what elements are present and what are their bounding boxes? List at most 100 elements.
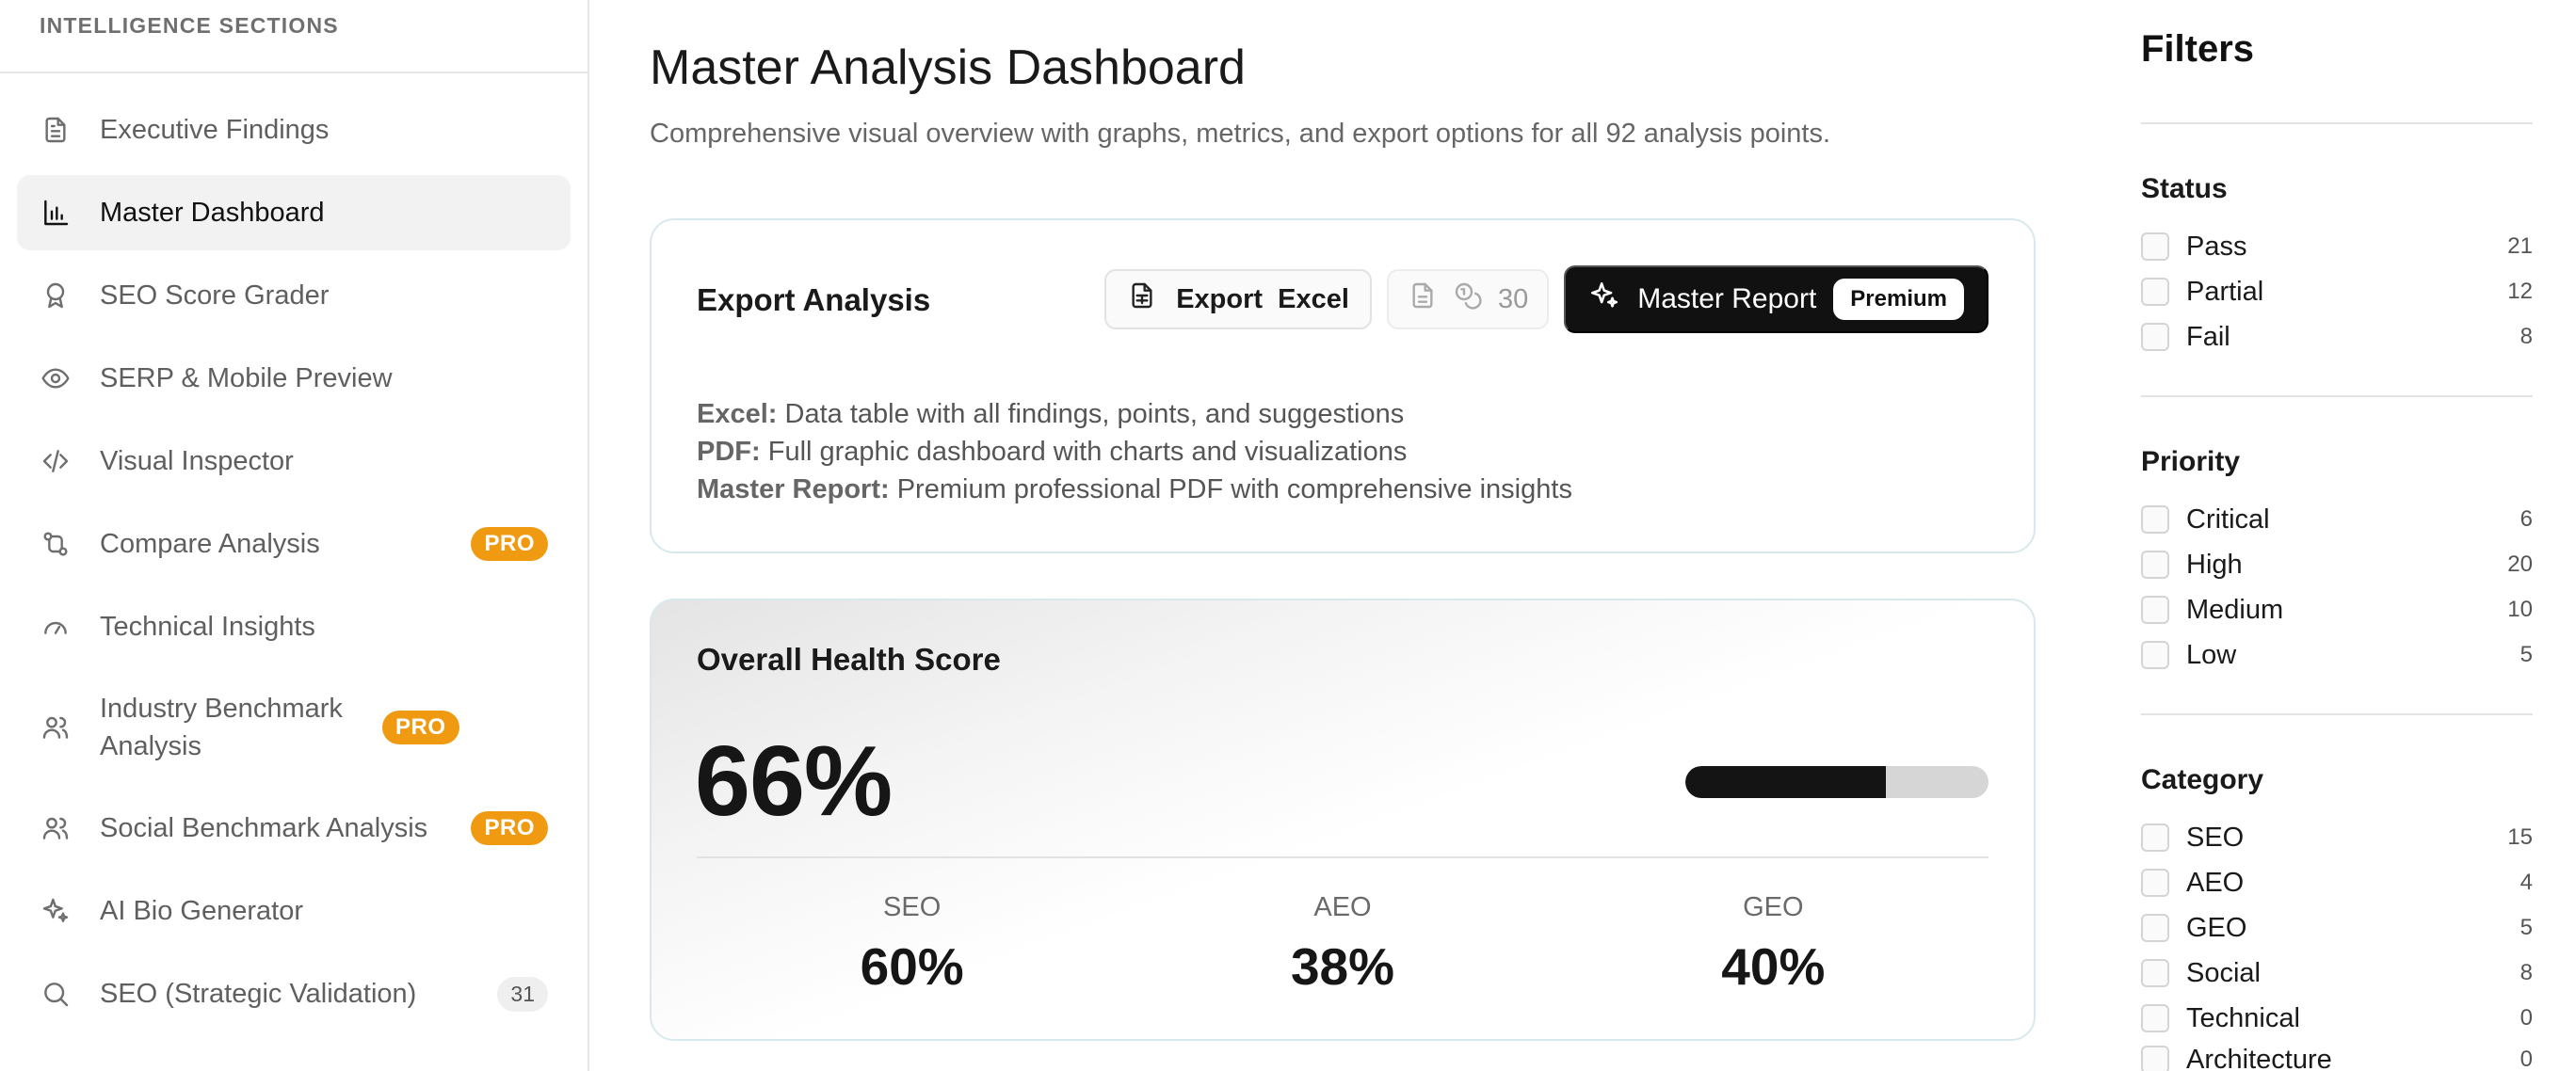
filter-option-aeo[interactable]: AEO 4 — [2141, 864, 2533, 902]
health-metrics: SEO 60% AEO 38% GEO 40% — [697, 892, 1988, 997]
filter-option-medium[interactable]: Medium 10 — [2141, 591, 2533, 629]
checkbox[interactable] — [2141, 505, 2169, 534]
sparkles-icon — [1588, 280, 1620, 319]
checkbox[interactable] — [2141, 823, 2169, 852]
checkbox[interactable] — [2141, 914, 2169, 942]
metric-value: 60% — [860, 937, 964, 996]
filter-option-count: 12 — [2507, 279, 2533, 304]
filter-group-category-title: Category — [2141, 764, 2264, 795]
filter-option-technical[interactable]: Technical 0 — [2141, 999, 2533, 1037]
sidebar-item-label: Master Dashboard — [100, 198, 325, 228]
checkbox[interactable] — [2141, 1004, 2169, 1032]
git-compare-icon — [40, 528, 72, 560]
filter-option-label: High — [2186, 549, 2243, 580]
count-badge: 31 — [497, 976, 548, 1012]
filter-option-count: 20 — [2507, 551, 2533, 577]
checkbox[interactable] — [2141, 869, 2169, 897]
sidebar-item-ai-bio-generator[interactable]: AI Bio Generator — [17, 873, 571, 949]
sidebar-item-compare-analysis[interactable]: Compare Analysis PRO — [17, 506, 571, 582]
filter-option-critical[interactable]: Critical 6 — [2141, 501, 2533, 538]
page-title: Master Analysis Dashboard — [650, 40, 1246, 95]
export-desc-master: Master Report: Premium professional PDF … — [697, 474, 1572, 504]
sidebar-item-master-dashboard[interactable]: Master Dashboard — [17, 175, 571, 250]
metric-label: AEO — [1313, 892, 1372, 922]
export-pdf-button[interactable]: 30 — [1386, 269, 1550, 329]
filter-option-count: 0 — [2520, 1005, 2533, 1031]
filter-option-label: GEO — [2186, 912, 2247, 943]
divider — [697, 856, 1988, 858]
filter-option-fail[interactable]: Fail 8 — [2141, 318, 2533, 356]
bar-chart-icon — [40, 197, 72, 229]
coins-icon — [1453, 280, 1483, 318]
sidebar-item-seo-score-grader[interactable]: SEO Score Grader — [17, 258, 571, 333]
filter-option-count: 4 — [2520, 870, 2533, 895]
pro-badge: PRO — [471, 811, 548, 845]
export-excel-label: Export Excel — [1176, 283, 1349, 314]
export-excel-button[interactable]: Export Excel — [1104, 269, 1372, 329]
filter-option-architecture[interactable]: Architecture 0 — [2141, 1041, 2533, 1071]
export-desc-excel: Excel: Data table with all findings, poi… — [697, 399, 1405, 429]
checkbox[interactable] — [2141, 596, 2169, 624]
sidebar-item-industry-benchmark[interactable]: Industry Benchmark Analysis PRO — [17, 672, 571, 783]
metric-geo: GEO 40% — [1558, 892, 1988, 997]
metric-seo: SEO 60% — [697, 892, 1127, 997]
filter-option-label: Pass — [2186, 231, 2247, 262]
sidebar: INTELLIGENCE SECTIONS Executive Findings… — [0, 0, 589, 1071]
sidebar-item-social-benchmark[interactable]: Social Benchmark Analysis PRO — [17, 791, 571, 866]
filter-option-label: Social — [2186, 957, 2261, 988]
pro-badge: PRO — [471, 527, 548, 561]
filter-option-label: SEO — [2186, 822, 2245, 853]
filter-option-geo[interactable]: GEO 5 — [2141, 909, 2533, 947]
divider — [2141, 122, 2533, 124]
health-progress-fill — [1685, 766, 1886, 798]
premium-badge: Premium — [1833, 279, 1964, 320]
sidebar-item-label: AI Bio Generator — [100, 896, 303, 926]
sidebar-item-technical-insights[interactable]: Technical Insights — [17, 589, 571, 664]
overall-health-card: Overall Health Score 66% SEO 60% AEO 38%… — [650, 599, 2036, 1041]
divider — [2141, 713, 2533, 715]
sidebar-item-label: SEO Score Grader — [100, 280, 330, 311]
checkbox[interactable] — [2141, 551, 2169, 579]
health-progress-bar — [1685, 766, 1988, 798]
filter-option-label: AEO — [2186, 867, 2245, 898]
filter-option-pass[interactable]: Pass 21 — [2141, 228, 2533, 265]
sidebar-item-label: SERP & Mobile Preview — [100, 363, 393, 393]
filter-option-count: 8 — [2520, 960, 2533, 985]
filter-option-low[interactable]: Low 5 — [2141, 636, 2533, 674]
sidebar-item-serp-mobile-preview[interactable]: SERP & Mobile Preview — [17, 341, 571, 416]
filter-option-partial[interactable]: Partial 12 — [2141, 273, 2533, 311]
sidebar-item-label: Industry Benchmark Analysis — [100, 694, 343, 761]
divider — [2141, 395, 2533, 397]
checkbox[interactable] — [2141, 278, 2169, 306]
checkbox[interactable] — [2141, 232, 2169, 261]
award-icon — [40, 280, 72, 312]
checkbox[interactable] — [2141, 959, 2169, 987]
checkbox[interactable] — [2141, 641, 2169, 669]
health-title: Overall Health Score — [697, 642, 1001, 677]
page-subtitle: Comprehensive visual overview with graph… — [650, 119, 1831, 149]
sidebar-item-visual-inspector[interactable]: Visual Inspector — [17, 424, 571, 499]
checkbox[interactable] — [2141, 323, 2169, 351]
sidebar-nav: Executive Findings Master Dashboard SEO … — [0, 73, 588, 1031]
filter-option-high[interactable]: High 20 — [2141, 546, 2533, 583]
filter-option-count: 6 — [2520, 506, 2533, 532]
filter-group-priority-title: Priority — [2141, 446, 2241, 477]
filter-option-label: Architecture — [2186, 1044, 2332, 1071]
filter-option-label: Low — [2186, 639, 2237, 670]
checkbox[interactable] — [2141, 1046, 2169, 1071]
sidebar-item-executive-findings[interactable]: Executive Findings — [17, 92, 571, 168]
sidebar-item-seo-strategic-validation[interactable]: SEO (Strategic Validation) 31 — [17, 956, 571, 1031]
metric-aeo: AEO 38% — [1127, 892, 1557, 997]
filter-option-count: 5 — [2520, 915, 2533, 940]
filter-option-label: Partial — [2186, 276, 2264, 307]
filter-option-seo[interactable]: SEO 15 — [2141, 819, 2533, 856]
filter-option-label: Medium — [2186, 594, 2284, 625]
metric-value: 38% — [1290, 937, 1395, 996]
filter-option-social[interactable]: Social 8 — [2141, 954, 2533, 992]
eye-icon — [40, 362, 72, 394]
filter-option-label: Critical — [2186, 504, 2270, 535]
master-report-button[interactable]: Master Report Premium — [1564, 265, 1988, 333]
filter-option-count: 0 — [2520, 1047, 2533, 1071]
metric-label: SEO — [883, 892, 942, 922]
filter-option-count: 21 — [2507, 233, 2533, 259]
